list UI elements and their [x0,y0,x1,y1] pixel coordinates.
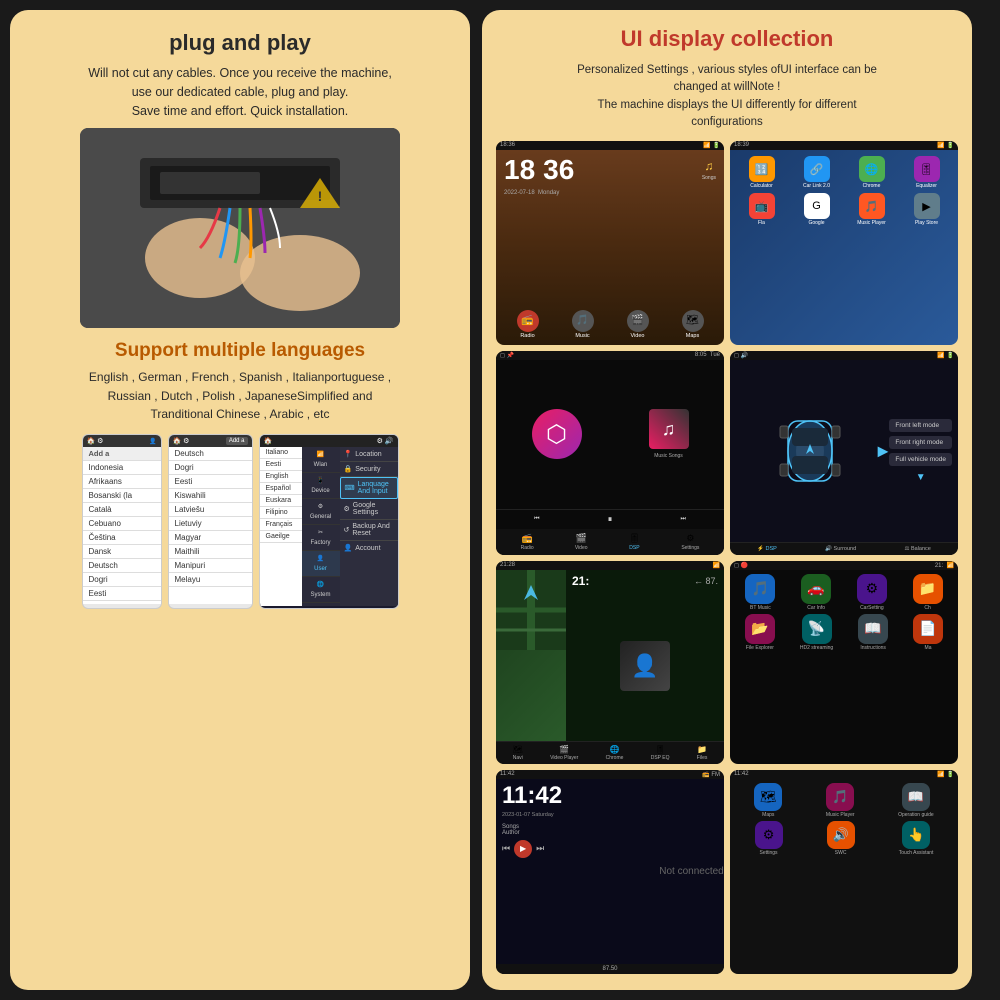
svg-text:!: ! [318,188,323,204]
right-panel: UI display collection Personalized Setti… [482,10,972,990]
ui-cell-e: 21:28📶 [496,561,724,765]
ui-cell-h: 11:42📶 🔋 🗺 Maps 🎵 Music [730,770,958,974]
ui-cell-d: ◻ 🔊📶 🔋 [730,351,958,555]
languages-section: Support multiple languages English , Ger… [28,340,452,609]
plug-section: plug and play Will not cut any cables. O… [28,30,452,328]
security-label: Security [355,466,380,473]
lang-screen-2: 🏠 ⚙ Add a Deutsch Dogri Eesti Kiswahili … [168,434,253,609]
left-panel: plug and play Will not cut any cables. O… [10,10,470,990]
ui-cell-b: 18:39📶 🔋 🔢 Calculator 🔗 Car Link 2.0 🌐 [730,141,958,345]
ui-grid: 18:36📶 🔋 18 36 ♫ Songs 2022-07-18 Monday [496,141,958,974]
lang-title: Support multiple languages [28,340,452,362]
plug-title: plug and play [169,30,311,56]
language-screenshots: 🏠 ⚙ 👤 Add a Indonesia Afrikaans Bosanski… [28,434,452,609]
ui-desc: Personalized Settings , various styles o… [496,62,958,131]
ui-cell-a: 18:36📶 🔋 18 36 ♫ Songs 2022-07-18 Monday [496,141,724,345]
installation-image: ! [80,128,400,328]
lang-desc: English , German , French , Spanish , It… [28,368,452,424]
plug-desc: Will not cut any cables. Once you receiv… [88,64,392,120]
ui-cell-c: ◻ 📌8:05 Tue ⬡ ♫ Music Songs ⏮ ⏸ [496,351,724,555]
account-label: Account [355,545,380,552]
ui-title: UI display collection [496,26,958,52]
lang-screen-3: 🏠 ⚙ 🔊 Italiano Eesti English Español Eus… [259,434,399,609]
lang-screen-1: 🏠 ⚙ 👤 Add a Indonesia Afrikaans Bosanski… [82,434,162,609]
ui-cell-f: ◻ 🔴21: 📶 🎵 BT Music 🚗 Car Info [730,561,958,765]
ui-cell-g: 11:42📻 FM 11:42 2023-01-07 Saturday Song… [496,770,724,974]
